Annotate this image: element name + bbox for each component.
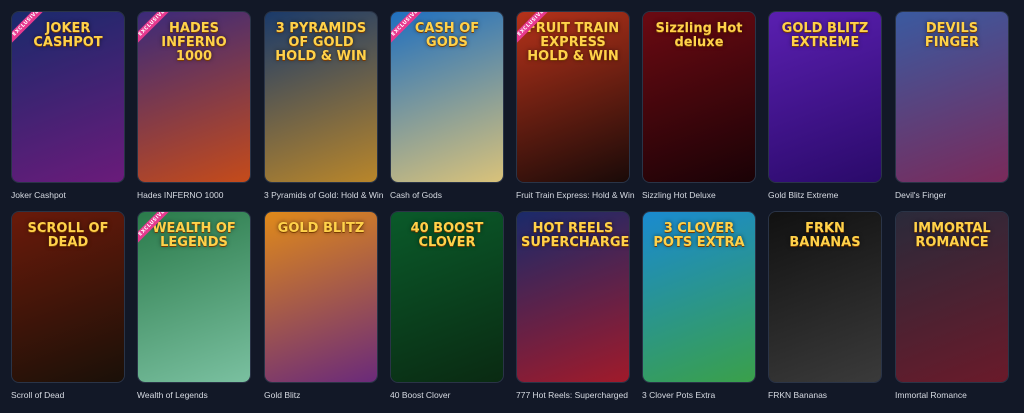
game-title: Devil's Finger <box>895 190 947 200</box>
game-title: Cash of Gods <box>390 190 442 200</box>
game-logo: GOLD BLITZ EXTREME <box>781 21 869 50</box>
game-logo: 40 BOOST CLOVER <box>410 221 484 250</box>
game-tile[interactable]: Sizzling Hot deluxe Sizzling Hot Deluxe <box>642 11 756 200</box>
game-title: 3 Pyramids of Gold: Hold & Win <box>264 190 384 200</box>
game-tile[interactable]: WEALTH OF LEGENDS EXCLUSIVE Wealth of Lege… <box>137 211 251 400</box>
game-thumbnail[interactable]: 40 BOOST CLOVER <box>390 211 504 383</box>
game-logo: IMMORTAL ROMANCE <box>913 221 991 250</box>
game-title: Joker Cashpot <box>11 190 66 200</box>
game-thumbnail[interactable]: GOLD BLITZ EXTREME <box>768 11 882 183</box>
game-tile[interactable]: 40 BOOST CLOVER 40 Boost Clover <box>390 211 504 400</box>
game-thumbnail[interactable]: HADES INFERNO 1000 EXCLUSIVE <box>137 11 251 183</box>
game-logo: FRUIT TRAIN EXPRESS HOLD & WIN <box>526 21 620 64</box>
game-title: 777 Hot Reels: Supercharged <box>516 390 628 400</box>
game-tile[interactable]: 3 CLOVER POTS EXTRA 3 Clover Pots Extra <box>642 211 756 400</box>
game-tile[interactable]: IMMORTAL ROMANCE Immortal Romance <box>895 211 1009 400</box>
game-logo: WEALTH OF LEGENDS <box>152 221 236 250</box>
game-tile[interactable]: FRKN BANANAS FRKN Bananas <box>768 211 882 400</box>
game-thumbnail[interactable]: FRKN BANANAS <box>768 211 882 383</box>
game-thumbnail[interactable]: Sizzling Hot deluxe <box>642 11 756 183</box>
game-thumbnail[interactable]: FRUIT TRAIN EXPRESS HOLD & WIN EXCLUSIVE <box>516 11 630 183</box>
game-thumbnail[interactable]: DEVILS FINGER <box>895 11 1009 183</box>
game-logo: GOLD BLITZ <box>277 221 365 236</box>
game-thumbnail[interactable]: CASH OF GODS EXCLUSIVE <box>390 11 504 183</box>
game-artwork <box>265 212 377 382</box>
game-tile[interactable]: 3 PYRAMIDS OF GOLD HOLD & WIN 3 Pyramids … <box>264 11 384 200</box>
game-title: Gold Blitz <box>264 390 301 400</box>
game-thumbnail[interactable]: 3 PYRAMIDS OF GOLD HOLD & WIN <box>264 11 378 183</box>
game-thumbnail[interactable]: JOKER CASHPOT EXCLUSIVE <box>11 11 125 183</box>
game-thumbnail[interactable]: GOLD BLITZ <box>264 211 378 383</box>
game-tile[interactable]: CASH OF GODS EXCLUSIVE Cash of Gods <box>390 11 504 200</box>
game-logo: CASH OF GODS <box>414 21 480 50</box>
game-tile[interactable]: DEVILS FINGER Devil's Finger <box>895 11 1009 200</box>
game-title: Scroll of Dead <box>11 390 65 400</box>
game-logo: FRKN BANANAS <box>789 221 861 250</box>
game-thumbnail[interactable]: 3 CLOVER POTS EXTRA <box>642 211 756 383</box>
game-thumbnail[interactable]: IMMORTAL ROMANCE <box>895 211 1009 383</box>
game-logo: HOT REELS SUPERCHARGED <box>521 221 630 250</box>
game-tile[interactable]: JOKER CASHPOT EXCLUSIVE Joker Cashpot <box>11 11 125 200</box>
game-title: 40 Boost Clover <box>390 390 451 400</box>
game-logo: JOKER CASHPOT <box>33 21 103 50</box>
game-logo: Sizzling Hot deluxe <box>655 21 743 50</box>
game-title: Sizzling Hot Deluxe <box>642 190 716 200</box>
game-title: 3 Clover Pots Extra <box>642 390 716 400</box>
game-title: Wealth of Legends <box>137 390 208 400</box>
game-tile[interactable]: HOT REELS SUPERCHARGED 777 Hot Reels: Sup… <box>516 211 630 400</box>
game-title: Gold Blitz Extreme <box>768 190 839 200</box>
game-tile[interactable]: SCROLL OF DEAD Scroll of Dead <box>11 211 125 400</box>
game-thumbnail[interactable]: HOT REELS SUPERCHARGED <box>516 211 630 383</box>
game-logo: DEVILS FINGER <box>924 21 980 50</box>
game-tile[interactable]: HADES INFERNO 1000 EXCLUSIVE Hades INFERNO… <box>137 11 251 200</box>
game-title: FRKN Bananas <box>768 390 828 400</box>
game-logo: 3 PYRAMIDS OF GOLD HOLD & WIN <box>275 21 367 64</box>
game-tile[interactable]: FRUIT TRAIN EXPRESS HOLD & WIN EXCLUSIVE F… <box>516 11 635 200</box>
game-tile[interactable]: GOLD BLITZ EXTREME Gold Blitz Extreme <box>768 11 882 200</box>
game-title: Hades INFERNO 1000 <box>137 190 224 200</box>
game-title: Immortal Romance <box>895 390 967 400</box>
game-logo: SCROLL OF DEAD <box>27 221 109 250</box>
game-tile[interactable]: GOLD BLITZ Gold Blitz <box>264 211 378 400</box>
game-grid: JOKER CASHPOT EXCLUSIVE Joker Cashpot HADES… <box>0 0 1024 413</box>
game-logo: HADES INFERNO 1000 <box>161 21 227 64</box>
game-thumbnail[interactable]: SCROLL OF DEAD <box>11 211 125 383</box>
game-thumbnail[interactable]: WEALTH OF LEGENDS EXCLUSIVE <box>137 211 251 383</box>
game-title: Fruit Train Express: Hold & Win <box>516 190 635 200</box>
game-logo: 3 CLOVER POTS EXTRA <box>653 221 745 250</box>
